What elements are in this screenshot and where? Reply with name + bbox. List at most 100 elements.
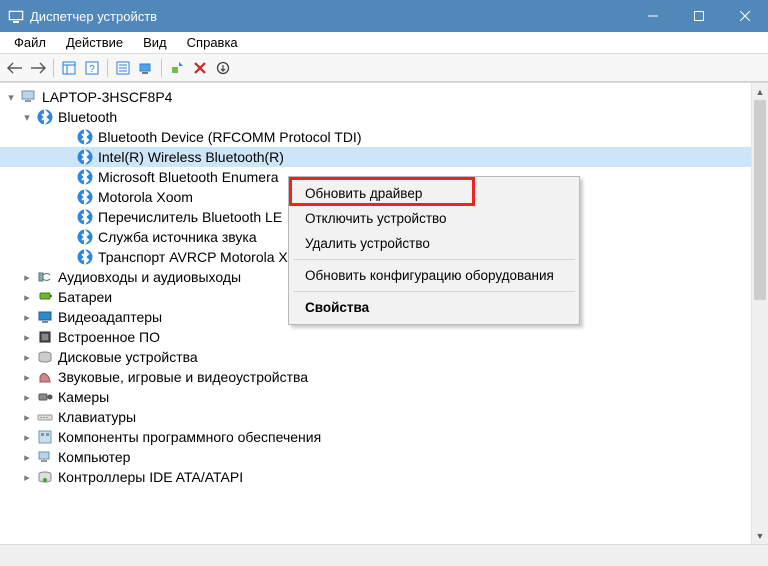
- maximize-button[interactable]: [676, 0, 722, 32]
- tree-category[interactable]: ▸ Камеры: [0, 387, 751, 407]
- tree-item[interactable]: ▸ Bluetooth Device (RFCOMM Protocol TDI): [0, 127, 751, 147]
- tree-category[interactable]: ▸ Контроллеры IDE ATA/ATAPI: [0, 467, 751, 487]
- ctx-properties[interactable]: Свойства: [291, 295, 577, 320]
- tree-label: Bluetooth: [58, 109, 117, 125]
- tree-area: ▾ LAPTOP-3HSCF8P4 ▾ Bluetooth ▸ Bluetoot…: [0, 82, 768, 544]
- chevron-right-icon[interactable]: ▸: [20, 351, 34, 364]
- bluetooth-icon: [76, 188, 94, 206]
- tree-label: Видеоадаптеры: [58, 309, 162, 325]
- tree-root[interactable]: ▾ LAPTOP-3HSCF8P4: [0, 87, 751, 107]
- menu-action[interactable]: Действие: [56, 33, 133, 52]
- tree-label: Клавиатуры: [58, 409, 136, 425]
- tree-label: Дисковые устройства: [58, 349, 198, 365]
- category-icon: [36, 408, 54, 426]
- tree-label: Встроенное ПО: [58, 329, 160, 345]
- menu-file[interactable]: Файл: [4, 33, 56, 52]
- chevron-down-icon[interactable]: ▾: [20, 111, 34, 124]
- titlebar: Диспетчер устройств: [0, 0, 768, 32]
- context-menu: Обновить драйвер Отключить устройство Уд…: [288, 176, 580, 325]
- tree-label: Компьютер: [58, 449, 130, 465]
- tree-label: Аудиовходы и аудиовыходы: [58, 269, 241, 285]
- back-button[interactable]: [4, 57, 26, 79]
- ctx-scan-hardware[interactable]: Обновить конфигурацию оборудования: [291, 263, 577, 288]
- ctx-separator: [293, 291, 575, 292]
- uninstall-button[interactable]: [189, 57, 211, 79]
- category-icon: [36, 328, 54, 346]
- category-icon: [36, 428, 54, 446]
- tree-category[interactable]: ▸ Компьютер: [0, 447, 751, 467]
- show-hide-console-tree-button[interactable]: [58, 57, 80, 79]
- chevron-right-icon[interactable]: ▸: [20, 411, 34, 424]
- menu-view[interactable]: Вид: [133, 33, 177, 52]
- close-button[interactable]: [722, 0, 768, 32]
- tree-category[interactable]: ▸ Дисковые устройства: [0, 347, 751, 367]
- tree-label: Звуковые, игровые и видеоустройства: [58, 369, 308, 385]
- tree-category[interactable]: ▸ Клавиатуры: [0, 407, 751, 427]
- category-icon: [36, 288, 54, 306]
- tree-category[interactable]: ▸ Компоненты программного обеспечения: [0, 427, 751, 447]
- tree-label: Intel(R) Wireless Bluetooth(R): [98, 149, 284, 165]
- bluetooth-icon: [76, 168, 94, 186]
- category-icon: [36, 308, 54, 326]
- tree-label: Транспорт AVRCP Motorola X: [98, 249, 288, 265]
- category-icon: [36, 368, 54, 386]
- tree-label: LAPTOP-3HSCF8P4: [42, 89, 172, 105]
- menubar: Файл Действие Вид Справка: [0, 32, 768, 54]
- scrollbar-track[interactable]: [752, 100, 768, 527]
- help-button[interactable]: ?: [81, 57, 103, 79]
- chevron-right-icon[interactable]: ▸: [20, 391, 34, 404]
- tree-category[interactable]: ▸ Встроенное ПО: [0, 327, 751, 347]
- category-icon: [36, 388, 54, 406]
- bluetooth-icon: [36, 108, 54, 126]
- toolbar-separator: [53, 59, 54, 77]
- category-icon: [36, 268, 54, 286]
- menu-help[interactable]: Справка: [177, 33, 248, 52]
- bluetooth-icon: [76, 228, 94, 246]
- category-icon: [36, 448, 54, 466]
- tree-label: Камеры: [58, 389, 109, 405]
- tree-label: Служба источника звука: [98, 229, 257, 245]
- scan-hardware-button[interactable]: [135, 57, 157, 79]
- toolbar-separator: [107, 59, 108, 77]
- category-icon: [36, 468, 54, 486]
- ctx-uninstall-device[interactable]: Удалить устройство: [291, 231, 577, 256]
- bluetooth-icon: [76, 148, 94, 166]
- ctx-update-driver[interactable]: Обновить драйвер: [291, 181, 577, 206]
- chevron-right-icon[interactable]: ▸: [20, 311, 34, 324]
- tree-item-selected[interactable]: ▸ Intel(R) Wireless Bluetooth(R): [0, 147, 751, 167]
- scrollbar-thumb[interactable]: [754, 100, 766, 300]
- tree-category-bluetooth[interactable]: ▾ Bluetooth: [0, 107, 751, 127]
- tree-label: Контроллеры IDE ATA/ATAPI: [58, 469, 243, 485]
- statusbar: [0, 544, 768, 566]
- chevron-down-icon[interactable]: ▾: [4, 91, 18, 104]
- tree-label: Bluetooth Device (RFCOMM Protocol TDI): [98, 129, 361, 145]
- tree-label: Компоненты программного обеспечения: [58, 429, 321, 445]
- forward-button[interactable]: [27, 57, 49, 79]
- chevron-right-icon[interactable]: ▸: [20, 371, 34, 384]
- tree-category[interactable]: ▸ Звуковые, игровые и видеоустройства: [0, 367, 751, 387]
- vertical-scrollbar[interactable]: ▲ ▼: [751, 83, 768, 544]
- computer-icon: [20, 88, 38, 106]
- tree-label: Перечислитель Bluetooth LE: [98, 209, 282, 225]
- ctx-disable-device[interactable]: Отключить устройство: [291, 206, 577, 231]
- properties-button[interactable]: [112, 57, 134, 79]
- window-title: Диспетчер устройств: [30, 9, 630, 24]
- chevron-right-icon[interactable]: ▸: [20, 431, 34, 444]
- ctx-separator: [293, 259, 575, 260]
- device-manager-window: Диспетчер устройств Файл Действие Вид Сп…: [0, 0, 768, 566]
- bluetooth-icon: [76, 248, 94, 266]
- disable-button[interactable]: [212, 57, 234, 79]
- app-icon: [8, 8, 24, 24]
- chevron-right-icon[interactable]: ▸: [20, 331, 34, 344]
- toolbar: ?: [0, 54, 768, 82]
- scroll-up-icon[interactable]: ▲: [752, 83, 768, 100]
- update-driver-button[interactable]: [166, 57, 188, 79]
- tree-label: Motorola Xoom: [98, 189, 193, 205]
- chevron-right-icon[interactable]: ▸: [20, 471, 34, 484]
- chevron-right-icon[interactable]: ▸: [20, 451, 34, 464]
- svg-text:?: ?: [89, 64, 95, 75]
- chevron-right-icon[interactable]: ▸: [20, 271, 34, 284]
- scroll-down-icon[interactable]: ▼: [752, 527, 768, 544]
- minimize-button[interactable]: [630, 0, 676, 32]
- chevron-right-icon[interactable]: ▸: [20, 291, 34, 304]
